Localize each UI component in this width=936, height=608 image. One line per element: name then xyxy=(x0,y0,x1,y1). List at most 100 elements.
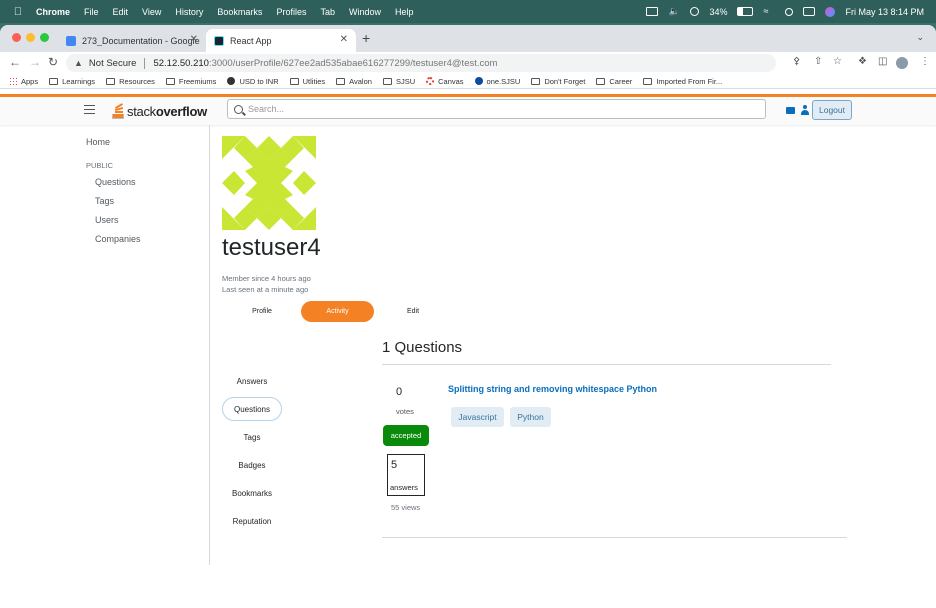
menu-window[interactable]: Window xyxy=(349,7,381,17)
minimize-window-icon[interactable] xyxy=(26,33,35,42)
bookmark-sjsu[interactable]: SJSU xyxy=(382,77,415,86)
menu-tab[interactable]: Tab xyxy=(320,7,335,17)
macos-menubar:  Chrome File Edit View History Bookmark… xyxy=(0,0,936,23)
stackoverflow-logo-icon xyxy=(112,103,125,119)
bookmark-avalon[interactable]: Avalon xyxy=(336,77,372,86)
share-icon[interactable]: ⇧ xyxy=(814,56,822,67)
bookmark-label: USD to INR xyxy=(239,76,279,86)
bookmark-utlities[interactable]: Utlities xyxy=(289,77,325,86)
votes-label: votes xyxy=(396,407,414,416)
subtab-answers[interactable]: Answers xyxy=(222,370,282,394)
bookmark-apps[interactable]: Apps xyxy=(9,77,38,86)
bookmark-freemiums[interactable]: Freemiums xyxy=(165,77,216,86)
search-input[interactable]: Search... xyxy=(227,99,766,119)
tab-documentation[interactable]: 273_Documentation - Google D ✕ xyxy=(58,29,206,52)
subtab-tags[interactable]: Tags xyxy=(222,426,282,450)
menu-app-name[interactable]: Chrome xyxy=(36,7,70,17)
sidebar-item-companies[interactable]: Companies xyxy=(95,234,141,244)
volume-icon[interactable]: 🔈 xyxy=(668,7,680,16)
menu-kebab-icon[interactable]: ⋮ xyxy=(920,56,930,67)
forward-arrow-icon[interactable]: → xyxy=(29,55,41,69)
menu-file[interactable]: File xyxy=(84,7,99,17)
play-icon[interactable] xyxy=(690,7,700,16)
vote-count: 0 xyxy=(396,386,403,398)
bookmark-star-icon[interactable]: ☆ xyxy=(833,56,842,67)
spotlight-icon[interactable] xyxy=(785,7,794,16)
globe-icon xyxy=(227,77,236,85)
siri-icon[interactable] xyxy=(825,6,836,17)
folder-icon xyxy=(49,77,59,85)
apps-grid-icon xyxy=(9,77,17,85)
security-status[interactable]: Not Secure xyxy=(89,58,137,69)
profile-avatar-icon[interactable] xyxy=(896,57,908,69)
subtab-badges[interactable]: Badges xyxy=(222,454,282,478)
divider xyxy=(382,364,831,365)
logout-button[interactable]: Logout xyxy=(812,100,852,120)
address-bar[interactable]: ▲ Not Secure 52.12.50.210:3000/userProfi… xyxy=(66,54,776,72)
stackoverflow-logo[interactable]: stack overflow xyxy=(112,101,207,121)
subtab-reputation[interactable]: Reputation xyxy=(222,510,282,534)
left-sidebar: Home PUBLIC Questions Tags Users Compani… xyxy=(0,125,210,565)
folder-icon xyxy=(596,77,606,85)
menu-bookmarks[interactable]: Bookmarks xyxy=(217,7,262,17)
close-window-icon[interactable] xyxy=(12,33,21,42)
browser-toolbar: ← → ↻ ▲ Not Secure 52.12.50.210:3000/use… xyxy=(0,52,936,74)
close-tab-icon[interactable]: ✕ xyxy=(190,34,198,45)
tab-activity[interactable]: Activity xyxy=(301,301,374,322)
bookmark-label: Resources xyxy=(119,76,155,86)
bookmark-resources[interactable]: Resources xyxy=(106,77,155,86)
control-center-icon[interactable] xyxy=(803,7,816,16)
battery-icon[interactable] xyxy=(737,7,754,16)
close-tab-icon[interactable]: ✕ xyxy=(340,34,348,45)
question-title-link[interactable]: Splitting string and removing whitespace… xyxy=(448,384,657,394)
menu-edit[interactable]: Edit xyxy=(113,7,129,17)
bookmark-canvas[interactable]: Canvas xyxy=(426,77,464,86)
extensions-puzzle-icon[interactable]: ❖ xyxy=(858,56,867,67)
folder-icon xyxy=(531,77,541,85)
bookmark-one-sjsu[interactable]: one.SJSU xyxy=(474,76,521,86)
tab-edit[interactable]: Edit xyxy=(377,301,449,322)
sidebar-item-users[interactable]: Users xyxy=(95,215,119,225)
bookmark-learnings[interactable]: Learnings xyxy=(49,77,95,86)
user-profile-icon[interactable] xyxy=(800,105,810,115)
tab-profile[interactable]: Profile xyxy=(226,301,298,322)
menu-help[interactable]: Help xyxy=(395,7,414,17)
menu-history[interactable]: History xyxy=(175,7,203,17)
google-docs-icon xyxy=(66,35,76,46)
apple-menu-icon[interactable]:  xyxy=(12,6,24,18)
url-path: :3000/userProfile/627ee2ad535abae6162772… xyxy=(208,57,498,69)
subtab-questions[interactable]: Questions xyxy=(222,397,282,421)
new-tab-icon[interactable]: + xyxy=(362,30,370,46)
logo-text-stack: stack xyxy=(127,103,156,119)
bookmark-dont-forget[interactable]: Don't Forget xyxy=(531,77,585,86)
tag-javascript[interactable]: Javascript xyxy=(451,407,504,427)
sidebar-item-questions[interactable]: Questions xyxy=(95,177,136,187)
sidebar-item-home[interactable]: Home xyxy=(86,137,110,147)
menu-view[interactable]: View xyxy=(142,7,161,17)
reload-icon[interactable]: ↻ xyxy=(48,55,58,69)
tab-title: 273_Documentation - Google D xyxy=(82,35,200,46)
subtab-bookmarks[interactable]: Bookmarks xyxy=(222,482,282,506)
key-icon[interactable]: ⚴ xyxy=(793,56,800,67)
sidebar-item-tags[interactable]: Tags xyxy=(95,196,114,206)
side-panel-icon[interactable]: ◫ xyxy=(878,56,887,67)
bookmark-label: one.SJSU xyxy=(486,76,521,86)
wifi-icon[interactable]: ≈ xyxy=(763,7,775,16)
accepted-badge: accepted xyxy=(383,425,429,446)
bookmark-label: Don't Forget xyxy=(544,76,586,86)
bookmark-career[interactable]: Career xyxy=(596,77,632,86)
warning-triangle-icon[interactable]: ▲ xyxy=(74,58,83,68)
bookmark-usd-to-inr[interactable]: USD to INR xyxy=(227,76,279,86)
tab-search-chevron-icon[interactable]: ⌄ xyxy=(916,32,924,43)
zoom-window-icon[interactable] xyxy=(40,33,49,42)
hamburger-menu-icon[interactable] xyxy=(84,105,95,114)
back-arrow-icon[interactable]: ← xyxy=(9,55,21,69)
inbox-envelope-icon[interactable] xyxy=(786,107,795,114)
questions-heading: 1 Questions xyxy=(382,339,463,356)
display-icon[interactable] xyxy=(646,7,659,16)
tab-react-app[interactable]: React App ✕ xyxy=(206,29,356,52)
bookmark-imported[interactable]: Imported From Fir... xyxy=(643,77,722,86)
menu-profiles[interactable]: Profiles xyxy=(276,7,306,17)
tag-python[interactable]: Python xyxy=(510,407,551,427)
tab-strip: 273_Documentation - Google D ✕ React App… xyxy=(0,25,936,52)
